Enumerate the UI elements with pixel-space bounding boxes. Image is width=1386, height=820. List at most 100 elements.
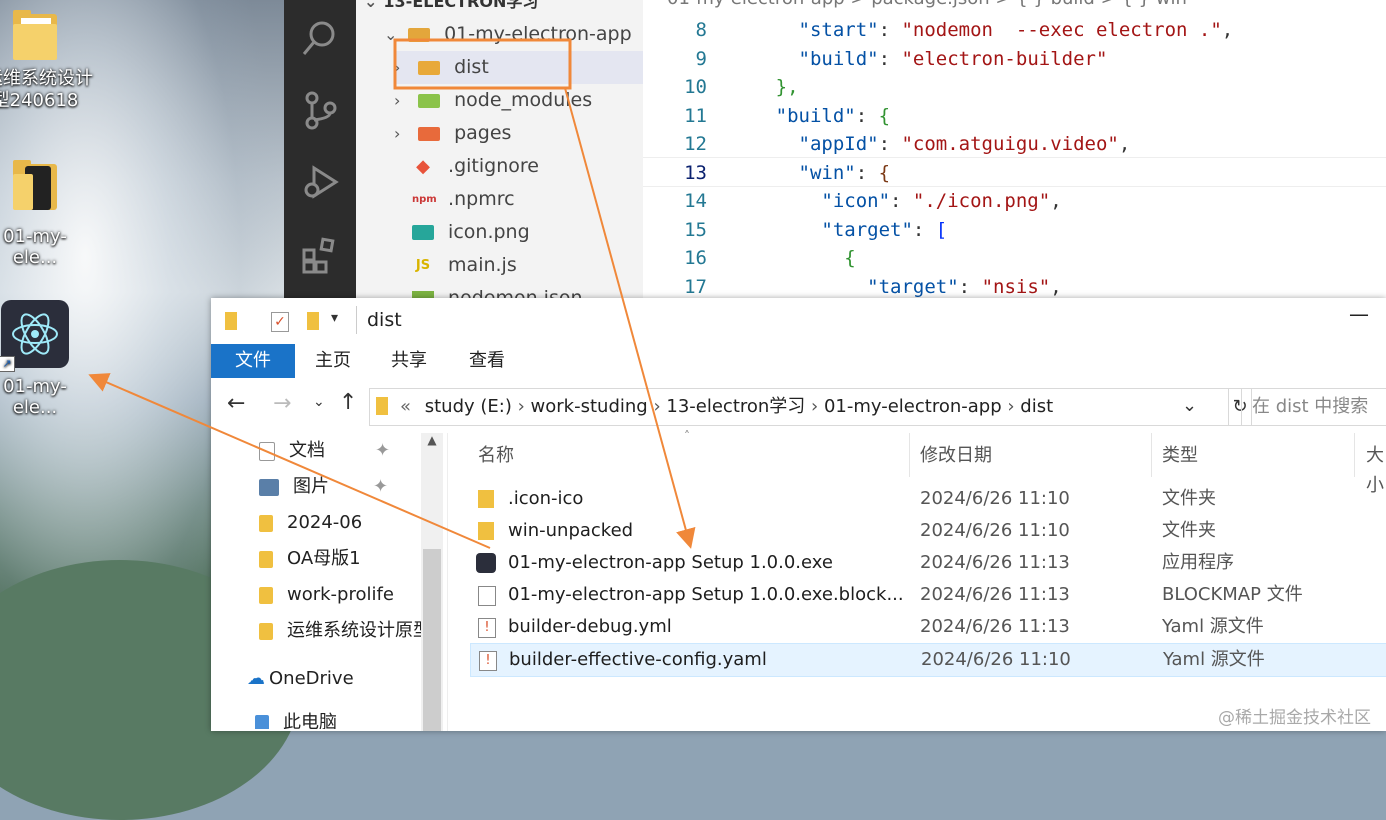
source-control-icon[interactable] (300, 90, 340, 130)
file-type: 文件夹 (1162, 488, 1216, 509)
tree-item-label: .gitignore (448, 155, 539, 177)
git-icon: ◆ (416, 155, 430, 177)
address-bar[interactable]: « study (E:) › work-studing › 13-electro… (369, 388, 1229, 426)
nav-item-ops-design[interactable]: 运维系统设计原型 (259, 613, 421, 649)
tree-item-label: dist (454, 56, 489, 78)
scrollbar-thumb[interactable] (423, 549, 441, 731)
title-divider (356, 306, 357, 334)
code-block: 8 "start": "nodemon --exec electron .", … (684, 19, 1234, 298)
tree-item-label: main.js (448, 254, 517, 276)
column-header-date[interactable]: 修改日期 (920, 441, 992, 471)
file-date: 2024/6/26 11:13 (920, 584, 1070, 605)
nav-scrollbar[interactable]: ▲ (421, 433, 443, 731)
navigation-bar: ← → ⌄ ↑ « study (E:) › work-studing › 13… (211, 378, 1386, 433)
pages-folder-icon (418, 126, 441, 141)
search-icon[interactable] (300, 18, 340, 58)
column-header-type[interactable]: 类型 (1162, 441, 1198, 471)
nav-item-pictures[interactable]: 图片 ✦ (259, 469, 388, 505)
tab-file[interactable]: 文件 (211, 344, 295, 378)
tree-item-root-folder[interactable]: ⌄ 01-my-electron-app (384, 18, 632, 51)
pin-icon[interactable]: ✦ (375, 440, 390, 461)
tab-view[interactable]: 查看 (447, 344, 527, 378)
nav-item-2024-06[interactable]: 2024-06 (259, 505, 362, 541)
ribbon-tabs: 文件 主页 共享 查看 (211, 344, 1386, 379)
window-title-bar: ✓ ▾ dist — (211, 298, 1386, 344)
nav-item-oa[interactable]: OA母版1 (259, 541, 361, 577)
file-name: .icon-ico (508, 488, 584, 509)
tree-item-icon-png[interactable]: icon.png (412, 216, 530, 249)
folder-icon (259, 514, 273, 532)
window-title: dist (367, 309, 402, 331)
folder-icon (259, 586, 273, 604)
tree-item-node-modules[interactable]: › node_modules (394, 84, 592, 117)
nav-item-onedrive[interactable]: ☁ OneDrive (247, 661, 354, 697)
file-type: Yaml 源文件 (1163, 649, 1265, 670)
nav-item-work-prolife[interactable]: work-prolife (259, 577, 394, 613)
pictures-icon (259, 478, 279, 496)
desktop-icon-label: 运维系统设计 型240618 (0, 68, 93, 111)
breadcrumb-electron[interactable]: 13-electron学习 (666, 396, 805, 417)
address-dropdown-icon[interactable]: ⌄ (1182, 395, 1197, 416)
file-name: builder-effective-config.yaml (509, 649, 767, 670)
extensions-icon[interactable] (300, 234, 340, 274)
electron-app-icon (476, 553, 496, 573)
breadcrumb-work-studing[interactable]: work-studing (531, 396, 648, 417)
tree-item-gitignore[interactable]: ◆ .gitignore (412, 150, 539, 183)
file-icon (478, 586, 496, 606)
breadcrumb-study[interactable]: study (E:) (425, 396, 512, 417)
properties-icon[interactable]: ✓ (271, 312, 289, 332)
breadcrumb-dist[interactable]: dist (1020, 396, 1053, 417)
file-row[interactable]: 01-my-electron-app Setup 1.0.0.exe 2024/… (470, 547, 1386, 579)
minimize-button[interactable]: — (1349, 302, 1369, 326)
file-date: 2024/6/26 11:10 (921, 649, 1071, 670)
file-name: 01-my-electron-app Setup 1.0.0.exe.block… (508, 584, 904, 605)
breadcrumb-overflow[interactable]: « (400, 396, 411, 417)
tab-home[interactable]: 主页 (295, 344, 371, 378)
tree-item-npmrc[interactable]: npm .npmrc (412, 183, 515, 216)
nav-item-documents[interactable]: 文档 ✦ (259, 433, 390, 469)
watermark: @稀土掘金技术社区 (1218, 708, 1371, 728)
desktop-folder-icon-2[interactable]: 01-my-ele... (0, 160, 85, 268)
file-row[interactable]: .icon-ico 2024/6/26 11:10 文件夹 (470, 483, 1386, 515)
tree-item-pages[interactable]: › pages (394, 117, 511, 150)
file-date: 2024/6/26 11:10 (920, 520, 1070, 541)
file-type: Yaml 源文件 (1162, 616, 1264, 637)
new-folder-icon[interactable] (307, 312, 319, 330)
back-arrow-icon[interactable]: ← (227, 391, 245, 416)
tree-item-dist[interactable]: › dist (394, 51, 643, 84)
file-row[interactable]: ! builder-debug.yml 2024/6/26 11:13 Yaml… (470, 611, 1386, 643)
column-header-name[interactable]: 名称 (478, 441, 514, 471)
vscode-explorer-panel: ⌄ 13-ELECTRON学习 ⌄ 01-my-electron-app › di… (356, 0, 643, 309)
vscode-editor[interactable]: 01-my-electron-app > package.json > { } … (643, 0, 1386, 300)
tree-item-main-js[interactable]: JS main.js (412, 249, 517, 282)
document-icon (259, 441, 275, 461)
nav-item-this-pc[interactable]: 此电脑 (255, 705, 337, 729)
tree-item-label: 01-my-electron-app (444, 23, 632, 45)
tree-item-label: node_modules (454, 89, 593, 111)
folder-icon (418, 60, 441, 75)
file-date: 2024/6/26 11:13 (920, 616, 1070, 637)
image-icon (412, 225, 434, 240)
tab-share[interactable]: 共享 (371, 344, 447, 378)
folder-icon (13, 160, 57, 210)
pin-icon[interactable]: ✦ (373, 476, 388, 497)
breadcrumb-app[interactable]: 01-my-electron-app (824, 396, 1002, 417)
search-input[interactable]: 在 dist 中搜索 (1241, 388, 1386, 426)
forward-arrow-icon[interactable]: → (273, 391, 291, 416)
file-name: 01-my-electron-app Setup 1.0.0.exe (508, 552, 833, 573)
tree-item-label: icon.png (448, 221, 530, 243)
quick-access-dropdown-icon[interactable]: ▾ (331, 310, 338, 326)
file-row[interactable]: win-unpacked 2024/6/26 11:10 文件夹 (470, 515, 1386, 547)
file-row-selected[interactable]: ! builder-effective-config.yaml 2024/6/2… (470, 643, 1386, 677)
file-row[interactable]: 01-my-electron-app Setup 1.0.0.exe.block… (470, 579, 1386, 611)
column-header-size[interactable]: 大小 (1366, 441, 1386, 496)
computer-icon (255, 714, 269, 729)
yaml-file-icon: ! (478, 618, 496, 638)
sort-indicator-icon: ˄ (684, 429, 690, 443)
scroll-up-icon[interactable]: ▲ (421, 433, 443, 447)
recent-locations-icon[interactable]: ⌄ (313, 394, 325, 410)
run-debug-icon[interactable] (300, 162, 340, 202)
desktop-folder-icon-1[interactable]: 运维系统设计 型240618 (0, 10, 93, 112)
up-arrow-icon[interactable]: ↑ (339, 390, 357, 415)
desktop-electron-shortcut[interactable]: ↗ 01-my-ele... (0, 300, 85, 418)
